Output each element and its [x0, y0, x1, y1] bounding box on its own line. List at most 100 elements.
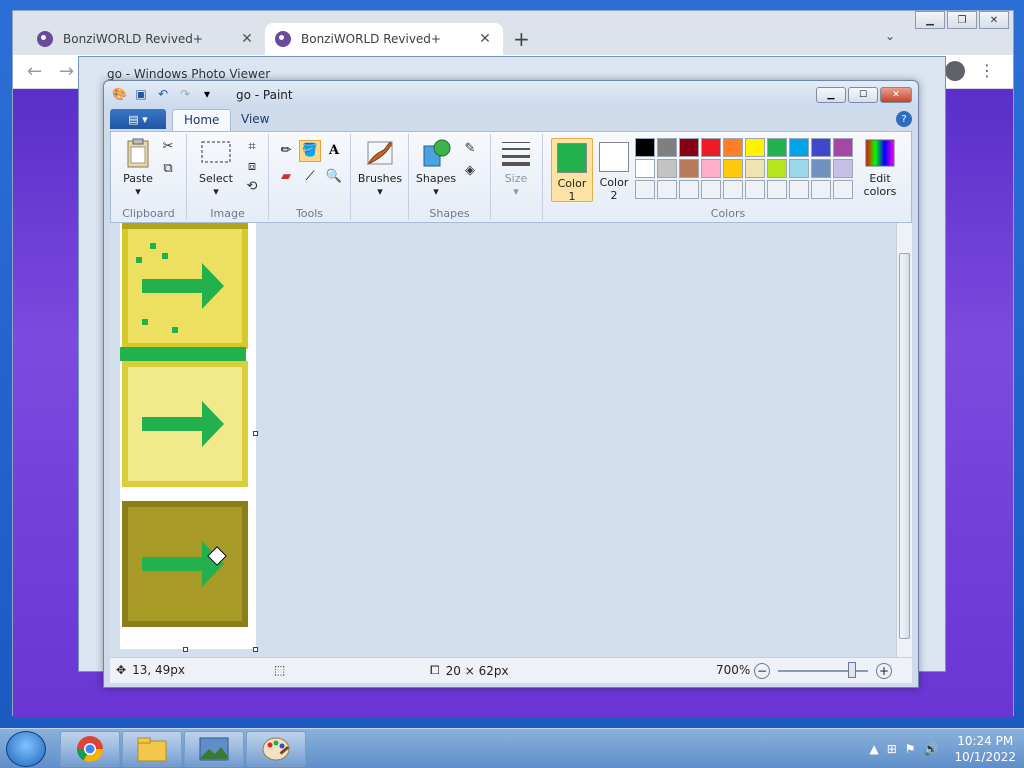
palette-swatch[interactable]	[745, 159, 765, 178]
vertical-scrollbar[interactable]	[896, 223, 912, 657]
close-icon[interactable]: ✕	[880, 87, 912, 103]
custom-color-slot[interactable]	[789, 180, 809, 199]
custom-color-slot[interactable]	[811, 180, 831, 199]
custom-color-slot[interactable]	[745, 180, 765, 199]
edit-colors-button[interactable]: Edit colors	[857, 138, 903, 198]
restore-icon[interactable]: ❐	[947, 11, 977, 29]
redo-icon[interactable]: ↷	[178, 87, 192, 101]
tab-home[interactable]: Home	[172, 109, 232, 131]
eraser-icon[interactable]: ▰	[275, 166, 297, 188]
profile-icon[interactable]	[945, 61, 965, 81]
resize-handle-right[interactable]	[253, 431, 258, 436]
custom-color-slot[interactable]	[723, 180, 743, 199]
palette-swatch[interactable]	[833, 138, 853, 157]
back-icon[interactable]: ←	[27, 61, 42, 82]
text-icon[interactable]: A	[323, 140, 345, 162]
resize-handle-bottom[interactable]	[183, 647, 188, 652]
palette-swatch[interactable]	[789, 138, 809, 157]
cursor-position: ✥ 13, 49px	[116, 663, 185, 677]
save-icon[interactable]: ▣	[134, 87, 148, 101]
custom-color-slot[interactable]	[767, 180, 787, 199]
chrome-menu-icon[interactable]: ⋮	[979, 61, 995, 80]
taskbar-photo-viewer[interactable]	[184, 731, 244, 767]
minimize-icon[interactable]: ▁	[915, 11, 945, 29]
brushes-button[interactable]: Brushes ▾	[357, 138, 403, 198]
paste-button[interactable]: Paste ▾	[115, 138, 161, 198]
close-tab-icon[interactable]: ✕	[477, 31, 493, 47]
size-button[interactable]: Size ▾	[493, 138, 539, 198]
color2-button[interactable]: Color 2	[593, 138, 635, 202]
palette-swatch[interactable]	[679, 138, 699, 157]
close-tab-icon[interactable]: ✕	[239, 31, 255, 47]
undo-icon[interactable]: ↶	[156, 87, 170, 101]
palette-swatch[interactable]	[701, 159, 721, 178]
palette-swatch[interactable]	[657, 159, 677, 178]
drawing-canvas[interactable]	[120, 223, 256, 649]
palette-swatch[interactable]	[767, 159, 787, 178]
palette-swatch[interactable]	[723, 159, 743, 178]
taskbar-chrome[interactable]	[60, 731, 120, 767]
magnifier-icon[interactable]: 🔍	[323, 166, 345, 188]
crop-icon[interactable]: ⌗	[243, 138, 261, 156]
fill-bucket-icon[interactable]: 🪣	[299, 140, 321, 162]
custom-color-slot[interactable]	[679, 180, 699, 199]
shapes-button[interactable]: Shapes ▾	[413, 138, 459, 198]
palette-swatch[interactable]	[811, 159, 831, 178]
custom-color-slot[interactable]	[657, 180, 677, 199]
palette-swatch[interactable]	[635, 138, 655, 157]
zoom-slider-thumb[interactable]	[848, 662, 856, 678]
custom-color-slot[interactable]	[833, 180, 853, 199]
help-icon[interactable]: ?	[896, 111, 912, 127]
paint-menu-button[interactable]: ▤ ▾	[110, 109, 166, 129]
tab-view[interactable]: View	[230, 109, 280, 131]
minimize-icon[interactable]: ▁	[816, 87, 846, 103]
close-icon[interactable]: ✕	[979, 11, 1009, 29]
palette-swatch[interactable]	[723, 138, 743, 157]
shapes-icon	[423, 139, 451, 167]
action-center-icon[interactable]: ⚑	[905, 742, 916, 756]
clock[interactable]: 10:24 PM 10/1/2022	[954, 733, 1016, 765]
color-picker-icon[interactable]: ⟋	[299, 166, 321, 188]
taskbar-explorer[interactable]	[122, 731, 182, 767]
palette-swatch[interactable]	[745, 138, 765, 157]
select-button[interactable]: Select ▾	[193, 138, 239, 198]
outline-icon[interactable]: ✎	[461, 140, 479, 158]
start-button[interactable]	[6, 731, 46, 767]
palette-swatch[interactable]	[833, 159, 853, 178]
new-tab-button[interactable]: +	[513, 27, 530, 51]
palette-swatch[interactable]	[767, 138, 787, 157]
custom-color-slot[interactable]	[701, 180, 721, 199]
palette-swatch[interactable]	[811, 138, 831, 157]
tab-bonziworld-2[interactable]: BonziWORLD Revived+ ✕	[265, 23, 503, 55]
copy-icon[interactable]: ⧉	[159, 160, 177, 178]
tab-search-icon[interactable]: ⌄	[885, 29, 895, 43]
scrollbar-thumb[interactable]	[899, 253, 910, 639]
show-hidden-icons-icon[interactable]: ▲	[869, 742, 878, 756]
palette-swatch[interactable]	[679, 159, 699, 178]
colors-label: Colors	[710, 207, 746, 220]
rotate-icon[interactable]: ⟲	[243, 178, 261, 196]
volume-icon[interactable]: 🔊	[924, 742, 939, 756]
forward-icon[interactable]: →	[59, 61, 74, 82]
palette-swatch[interactable]	[701, 138, 721, 157]
resize-handle-corner[interactable]	[253, 647, 258, 652]
brushes-label: Brushes	[357, 172, 403, 185]
maximize-icon[interactable]: ☐	[848, 87, 878, 103]
customize-qat-icon[interactable]: ▾	[200, 87, 214, 101]
canvas-area[interactable]	[110, 223, 912, 657]
custom-color-slot[interactable]	[635, 180, 655, 199]
network-icon[interactable]: ⊞	[887, 742, 897, 756]
palette-swatch[interactable]	[635, 159, 655, 178]
cut-icon[interactable]: ✂	[159, 138, 177, 156]
taskbar-paint[interactable]	[246, 731, 306, 767]
pencil-icon[interactable]: ✏	[275, 140, 297, 162]
fill-icon[interactable]: ◈	[461, 162, 479, 180]
palette-swatch[interactable]	[789, 159, 809, 178]
tab-bonziworld-1[interactable]: BonziWORLD Revived+ ✕	[27, 23, 265, 55]
palette-swatch[interactable]	[657, 138, 677, 157]
tab-bar: BonziWORLD Revived+ ✕ BonziWORLD Revived…	[13, 11, 1013, 55]
zoom-in-icon[interactable]: +	[876, 663, 892, 679]
zoom-out-icon[interactable]: −	[754, 663, 770, 679]
resize-icon[interactable]: ⧈	[243, 158, 261, 176]
color1-button[interactable]: Color 1	[551, 138, 593, 203]
